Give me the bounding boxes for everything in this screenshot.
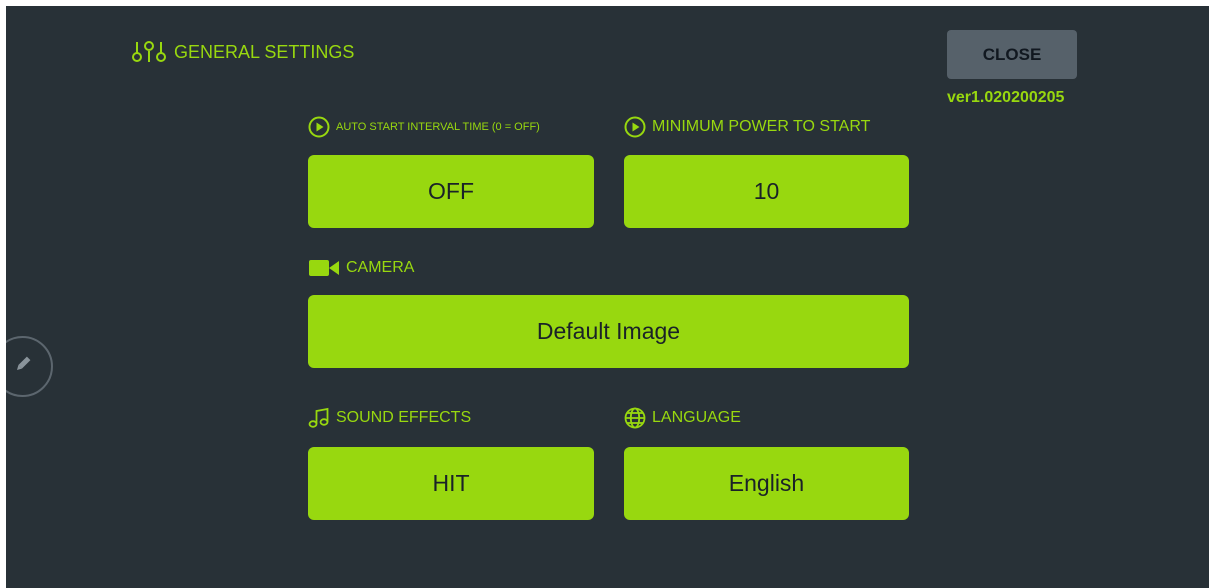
sliders-icon (130, 40, 168, 64)
version-label: ver1.020200205 (947, 89, 1065, 106)
pencil-icon (12, 353, 34, 380)
auto-start-label-text: AUTO START INTERVAL TIME (0 = OFF) (336, 121, 540, 133)
sound-effects-label-text: SOUND EFFECTS (336, 409, 472, 426)
language-label: LANGUAGE (624, 406, 741, 430)
settings-panel: GENERAL SETTINGS CLOSE ver1.020200205 AU… (6, 6, 1209, 588)
play-circle-icon (624, 116, 646, 138)
camera-button[interactable]: Default Image (308, 295, 909, 368)
auto-start-button[interactable]: OFF (308, 155, 594, 228)
language-label-text: LANGUAGE (652, 409, 741, 426)
language-button[interactable]: English (624, 447, 909, 520)
edit-button[interactable] (6, 336, 53, 397)
min-power-label-text: MINIMUM POWER TO START (652, 118, 871, 135)
min-power-button[interactable]: 10 (624, 155, 909, 228)
camera-label-text: CAMERA (346, 259, 415, 276)
camera-label: CAMERA (308, 256, 414, 280)
play-circle-icon (308, 116, 330, 138)
music-note-icon (308, 407, 330, 429)
sound-effects-button[interactable]: HIT (308, 447, 594, 520)
globe-icon (624, 407, 646, 429)
page-title-text: GENERAL SETTINGS (174, 41, 355, 62)
close-button[interactable]: CLOSE (947, 30, 1077, 79)
min-power-label: MINIMUM POWER TO START (624, 115, 870, 139)
page-title: GENERAL SETTINGS (130, 34, 354, 70)
sound-effects-label: SOUND EFFECTS (308, 406, 471, 430)
auto-start-label: AUTO START INTERVAL TIME (0 = OFF) (308, 115, 540, 139)
video-camera-icon (308, 258, 340, 278)
